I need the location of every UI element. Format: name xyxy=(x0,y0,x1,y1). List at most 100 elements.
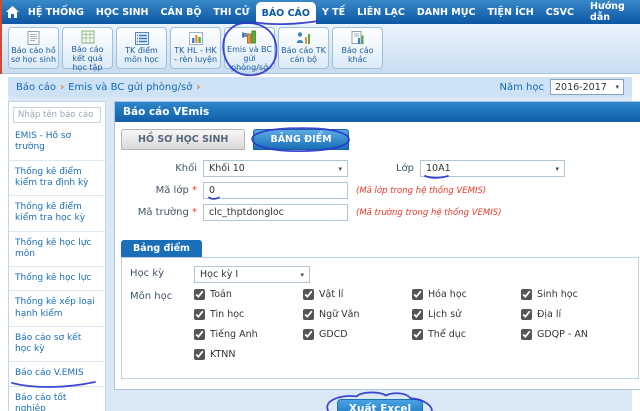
toolbar-button-tk-diem-mon[interactable]: TK điểm môn học xyxy=(116,27,167,69)
menu-item-bao-cao[interactable]: BÁO CÁO xyxy=(256,2,316,24)
year-label: Năm học xyxy=(500,82,544,93)
checkbox[interactable] xyxy=(194,309,205,320)
menu-item-he-thong[interactable]: HỆ THỐNG xyxy=(22,0,90,24)
subject-checkbox-vat-li[interactable]: Vật lí xyxy=(303,289,412,300)
menu-item-y-te[interactable]: Y TẾ xyxy=(316,0,351,24)
checkbox[interactable] xyxy=(521,309,532,320)
lop-label: Lớp xyxy=(348,163,420,174)
export-excel-button[interactable]: Xuất Excel xyxy=(337,399,423,411)
sidebar-item-emis-ho-so-truong[interactable]: EMIS - Hồ sơ trường xyxy=(9,125,105,161)
lop-select[interactable]: 10A1 ▾ xyxy=(420,160,565,177)
subject-checkbox-lich-su[interactable]: Lịch sử xyxy=(412,309,521,320)
required-asterisk: * xyxy=(192,207,197,218)
toolbar-button-bao-cao-khac[interactable]: Báo cáo khác xyxy=(332,27,383,69)
tab-bang-diem[interactable]: BẢNG ĐIỂM xyxy=(253,129,348,150)
subject-checkbox-gdcd[interactable]: GDCD xyxy=(303,329,412,340)
subject-checkbox-dia-li[interactable]: Địa lí xyxy=(521,309,630,320)
year-select-value: 2016-2017 xyxy=(555,82,607,93)
report-search-input[interactable] xyxy=(13,107,101,123)
sidebar-item-bao-cao-vemis[interactable]: Báo cáo V.EMIS xyxy=(9,362,105,386)
vemis-form: Khối Khối 10 ▾ Lớp 10A1 ▾ Mã lớ xyxy=(115,150,640,228)
subject-checkbox-sinh-hoc[interactable]: Sinh học xyxy=(521,289,630,300)
mon-hoc-label: Môn học xyxy=(130,289,194,302)
top-menu-bar: HỆ THỐNG HỌC SINH CÁN BỘ THI CỬ BÁO CÁO … xyxy=(0,0,640,24)
khoi-select[interactable]: Khối 10 ▾ xyxy=(203,160,348,177)
breadcrumb-separator: › xyxy=(60,82,64,93)
menu-item-tien-ich[interactable]: TIỆN ÍCH xyxy=(481,0,539,24)
hoc-ky-select[interactable]: Học kỳ I ▾ xyxy=(194,266,310,283)
checkbox[interactable] xyxy=(194,289,205,300)
checkbox[interactable] xyxy=(521,329,532,340)
subject-checkbox-gdqp-an[interactable]: GDQP - AN xyxy=(521,329,630,340)
sidebar-item-tk-diem-dinh-ky[interactable]: Thống kê điểm kiểm tra định kỳ xyxy=(9,161,105,197)
checkbox[interactable] xyxy=(194,329,205,340)
bang-diem-group-title: Bảng điểm xyxy=(121,240,202,257)
menu-item-danh-muc[interactable]: DANH MỤC xyxy=(411,0,482,24)
ma-truong-value: clc_thptdongloc xyxy=(209,207,284,218)
subject-checkbox-the-duc[interactable]: Thể dục xyxy=(412,329,521,340)
toolbar: Báo cáo hồ sơ học sinh Báo cáo kết quả h… xyxy=(0,24,640,74)
menu-item-csvc[interactable]: CSVC xyxy=(540,0,580,24)
menu-item-lien-lac[interactable]: LIÊN LẠC xyxy=(351,0,411,24)
sidebar-item-tk-hoc-luc[interactable]: Thống kê học lực xyxy=(9,267,105,291)
toolbar-button-label: Báo cáo TK cán bộ xyxy=(279,46,328,64)
subject-checkbox-ktnn[interactable]: KTNN xyxy=(194,349,303,360)
checkbox[interactable] xyxy=(303,329,314,340)
toolbar-button-bao-cao-tk-can-bo[interactable]: Báo cáo TK cán bộ xyxy=(278,27,329,69)
toolbar-button-label: TK HL - HK - rèn luyện xyxy=(171,46,220,64)
checkbox[interactable] xyxy=(303,309,314,320)
home-icon[interactable] xyxy=(4,0,22,24)
toolbar-button-label: TK điểm môn học xyxy=(117,46,166,64)
subject-checkbox-toan[interactable]: Toán xyxy=(194,289,303,300)
main-column: Báo cáo VEmis HỒ SƠ HỌC SINH BẢNG ĐIỂM K… xyxy=(114,101,640,411)
menu-item-thi-cu[interactable]: THI CỬ xyxy=(207,0,255,24)
ma-truong-input[interactable]: clc_thptdongloc xyxy=(203,204,348,221)
checkbox[interactable] xyxy=(194,349,205,360)
sidebar-item-tk-hanh-kiem[interactable]: Thống kê xếp loại hạnh kiểm xyxy=(9,291,105,327)
toolbar-button-emis-bc[interactable]: Emis và BC gửi phòng/sở xyxy=(224,27,275,69)
report-panel: Báo cáo VEmis HỒ SƠ HỌC SINH BẢNG ĐIỂM K… xyxy=(114,101,640,390)
bar-chart-icon xyxy=(189,30,203,45)
checkbox[interactable] xyxy=(412,309,423,320)
menu-item-hoc-sinh[interactable]: HỌC SINH xyxy=(90,0,155,24)
checkbox[interactable] xyxy=(303,289,314,300)
subject-checkbox-tin-hoc[interactable]: Tin học xyxy=(194,309,303,320)
sidebar: EMIS - Hồ sơ trường Thống kê điểm kiểm t… xyxy=(8,101,106,411)
ma-lop-input[interactable]: 0 xyxy=(203,182,348,199)
panel-footer: Xuất Excel xyxy=(114,397,640,411)
chevron-down-icon: ▾ xyxy=(338,165,342,173)
pen-underline-10a1 xyxy=(424,174,449,179)
emis-chart-icon xyxy=(242,30,257,44)
help-link[interactable]: Hướng dẫn xyxy=(580,0,640,24)
export-excel-label: Xuất Excel xyxy=(349,403,411,411)
toolbar-button-tk-hl-hk[interactable]: TK HL - HK - rèn luyện xyxy=(170,27,221,69)
toolbar-button-ket-qua-hoc-tap[interactable]: Báo cáo kết quả học tập xyxy=(62,27,113,69)
hoc-ky-select-value: Học kỳ I xyxy=(200,269,238,280)
breadcrumb-part[interactable]: Emis và BC gửi phòng/sở xyxy=(68,82,192,93)
khoi-label: Khối xyxy=(115,163,203,174)
subject-checkbox-grid: Toán Vật lí Hóa học Sinh học Tin học Ngữ… xyxy=(194,289,630,360)
sidebar-item-so-ket-hoc-ky[interactable]: Báo cáo sơ kết học kỳ xyxy=(9,327,105,363)
pen-mark-ma-lop xyxy=(208,196,220,200)
toolbar-button-label: Báo cáo hồ sơ học sinh xyxy=(9,46,58,64)
year-select[interactable]: 2016-2017 ▾ xyxy=(550,79,624,95)
sidebar-item-tk-diem-hoc-ky[interactable]: Thống kê điểm kiểm tra học kỳ xyxy=(9,196,105,232)
ma-lop-value: 0 xyxy=(209,185,215,196)
subject-checkbox-hoa-hoc[interactable]: Hóa học xyxy=(412,289,521,300)
subject-checkbox-tieng-anh[interactable]: Tiếng Anh xyxy=(194,329,303,340)
chevron-down-icon: ▾ xyxy=(555,165,559,173)
subject-checkbox-ngu-van[interactable]: Ngữ Văn xyxy=(303,309,412,320)
breadcrumb-part[interactable]: Báo cáo xyxy=(16,82,56,93)
sidebar-item-tot-nghiep[interactable]: Báo cáo tốt nghiệp xyxy=(9,387,105,411)
sidebar-item-tk-hoc-luc-mon[interactable]: Thống kê học lực môn xyxy=(9,232,105,268)
other-report-icon xyxy=(351,30,365,45)
checkbox[interactable] xyxy=(412,289,423,300)
hoc-ky-label: Học kỳ xyxy=(130,266,194,279)
menu-item-can-bo[interactable]: CÁN BỘ xyxy=(155,0,208,24)
panel-title: Báo cáo VEmis xyxy=(115,102,640,122)
toolbar-button-label: Báo cáo kết quả học tập xyxy=(63,45,112,73)
tab-ho-so-hoc-sinh[interactable]: HỒ SƠ HỌC SINH xyxy=(121,129,245,150)
checkbox[interactable] xyxy=(412,329,423,340)
toolbar-button-bao-cao-ho-so[interactable]: Báo cáo hồ sơ học sinh xyxy=(8,27,59,69)
checkbox[interactable] xyxy=(521,289,532,300)
